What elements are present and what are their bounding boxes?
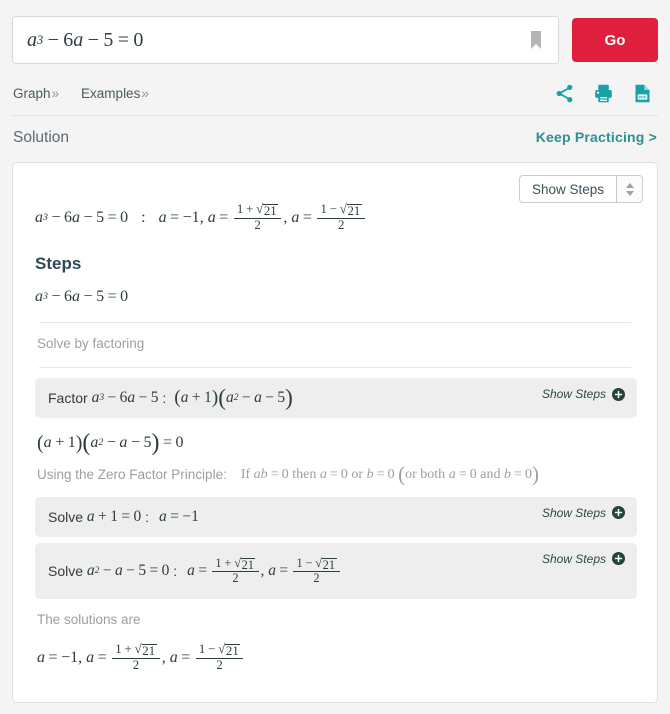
solution-card: Show Steps a 3−6 a −5 = 0 : a = −1, a = 1 + √ 21 2 ,… — [12, 162, 658, 703]
search-input[interactable]: a 3−6 a −5 = 0 — [12, 16, 559, 64]
chevron-down-icon — [625, 190, 634, 196]
pdf-icon[interactable]: PDF — [632, 83, 653, 104]
solution-header: Solution Keep Practicing > — [0, 116, 670, 147]
divider-2 — [39, 367, 631, 369]
search-expression: a 3−6 a −5 = 0 — [27, 28, 144, 51]
solve-step-2-colon: : — [173, 562, 178, 579]
factored-equation-row: (a +1)(a 2− a −5) = 0 — [25, 418, 645, 457]
print-icon[interactable] — [593, 83, 614, 104]
show-steps-select[interactable]: Show Steps — [518, 175, 643, 203]
chevron-up-icon — [625, 182, 634, 188]
go-button[interactable]: Go — [572, 18, 658, 62]
search-row: a 3−6 a −5 = 0 Go — [0, 0, 670, 64]
solve-1-show-steps-label: Show Steps — [541, 505, 606, 520]
examples-link-label: Examples — [81, 85, 141, 101]
solve-step-2-result: a = 1 + √ 21 2 , a = 1− √ 21 2 — [187, 556, 341, 586]
solver-page: a 3−6 a −5 = 0 Go Graph» Examples» PDF S… — [0, 0, 670, 714]
original-equation-math: a 3−6 a −5 = 0 — [35, 288, 129, 306]
main-result-equation: a 3−6 a −5 = 0 : a = −1, a = 1 + √ 21 2 , a = 1− √ 21 2 — [35, 202, 367, 232]
zero-factor-note: Using the Zero Factor Principle: If ab = 0… — [25, 454, 645, 486]
solve-1-show-steps-link[interactable]: Show Steps — [542, 506, 625, 520]
solve-step-1-prefix: Solve — [48, 508, 84, 525]
solve-step-2-prefix: Solve — [48, 562, 84, 579]
final-solutions-math: a = −1, a = 1 + √ 21 2 , a = 1− √ 21 2 — [37, 642, 245, 672]
plus-circle-icon — [612, 506, 625, 520]
bookmark-icon[interactable] — [528, 29, 544, 51]
solution-title: Solution — [13, 129, 70, 146]
share-icon[interactable] — [554, 83, 575, 104]
method-note: Solve by factoring — [37, 336, 145, 352]
original-equation: a 3−6 a −5 = 0 — [25, 274, 645, 306]
steps-heading: Steps — [35, 254, 82, 274]
factor-step-box[interactable]: Factor a 3−6 a −5 : (a +1)(a 2− a −5) Show Step… — [35, 378, 637, 419]
factor-step-result: (a +1)(a 2− a −5) — [174, 384, 293, 411]
solve-2-show-steps-label: Show Steps — [541, 551, 606, 566]
graph-link[interactable]: Graph» — [13, 86, 59, 101]
graph-chevron: » — [51, 85, 60, 101]
factor-show-steps-label: Show Steps — [541, 387, 606, 402]
solve-step-1-box[interactable]: Solve a +1 = 0 : a = −1 Show Steps — [35, 496, 637, 537]
final-solutions-row: a = −1, a = 1 + √ 21 2 , a = 1− √ 21 2 — [25, 627, 645, 672]
factor-step-text: Factor a 3−6 a −5 : (a +1)(a 2− a −5) — [48, 384, 297, 411]
factor-step-colon: : — [162, 390, 167, 407]
factor-step-expression: a 3−6 a −5 — [91, 389, 159, 407]
solve-step-2-text: Solve a 2− a −5 = 0 : a = 1 + √ 21 2 , a = 1− √ 21 2 — [48, 556, 345, 586]
factor-step-prefix: Factor — [48, 390, 88, 407]
solve-step-1-colon: : — [145, 508, 150, 525]
solve-step-1-result: a = −1 — [159, 507, 199, 525]
factor-show-steps-link[interactable]: Show Steps — [542, 387, 625, 401]
plus-circle-icon — [612, 552, 625, 566]
select-spinner[interactable] — [616, 176, 642, 202]
graph-link-label: Graph — [13, 85, 51, 101]
keep-practicing-link[interactable]: Keep Practicing > — [536, 129, 657, 145]
examples-chevron: » — [141, 85, 149, 101]
factored-equation-math: (a +1)(a 2− a −5) = 0 — [37, 430, 184, 457]
action-icons: PDF — [554, 83, 658, 104]
solve-step-2-box[interactable]: Solve a 2− a −5 = 0 : a = 1 + √ 21 2 , a = 1− √ 21 2 S… — [35, 542, 637, 599]
nav-links-row: Graph» Examples» PDF — [0, 64, 670, 104]
solve-2-show-steps-link[interactable]: Show Steps — [542, 552, 625, 566]
examples-link[interactable]: Examples» — [81, 86, 149, 101]
solve-step-1-text: Solve a +1 = 0 : a = −1 — [48, 508, 203, 526]
solve-step-2-equation: a 2− a −5 = 0 — [86, 561, 170, 579]
solve-step-1-equation: a +1 = 0 — [86, 507, 142, 525]
zero-factor-statement: If ab = 0 then a = 0 or b = 0 (or both a = 0 and… — [240, 461, 540, 486]
solutions-label: The solutions are — [37, 611, 141, 627]
svg-text:PDF: PDF — [638, 94, 647, 99]
show-steps-select-label: Show Steps — [531, 181, 604, 197]
plus-circle-icon — [612, 387, 625, 401]
zero-factor-label: Using the Zero Factor Principle: — [37, 467, 227, 483]
